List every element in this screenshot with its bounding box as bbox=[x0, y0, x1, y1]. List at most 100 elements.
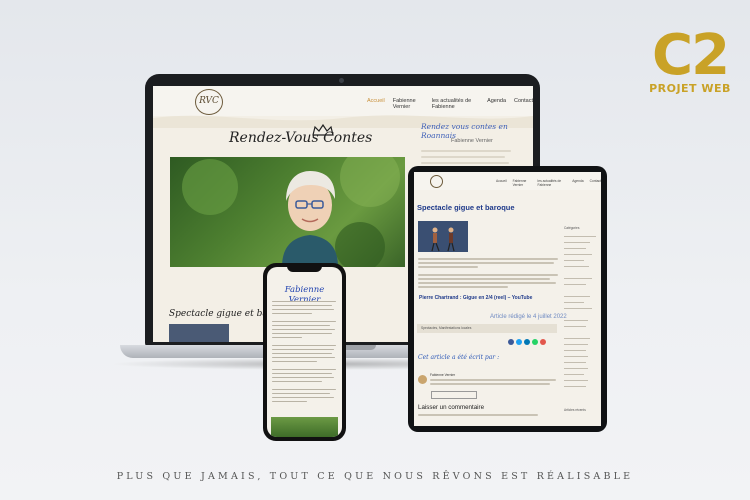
text-line bbox=[272, 353, 332, 355]
tablet-nav-home[interactable]: Accueil bbox=[496, 179, 507, 187]
text-line bbox=[418, 278, 550, 280]
linkedin-icon[interactable] bbox=[524, 339, 530, 345]
nav-agenda[interactable]: Agenda bbox=[487, 98, 506, 110]
site-title: Rendez-Vous Contes bbox=[229, 130, 373, 146]
text-line bbox=[272, 333, 332, 335]
sidebar-item[interactable] bbox=[564, 338, 590, 340]
facebook-icon[interactable] bbox=[508, 339, 514, 345]
text-line bbox=[272, 397, 334, 399]
text-line bbox=[418, 286, 508, 288]
text-line bbox=[272, 337, 302, 339]
tablet-nav: Accueil Fabienne Vernier les actualités … bbox=[496, 179, 601, 187]
text-line bbox=[418, 274, 558, 276]
portrait-woman bbox=[182, 157, 400, 267]
author-posts-button[interactable] bbox=[431, 391, 477, 399]
tablet-nav-news[interactable]: les actualités de Fabienne bbox=[538, 179, 567, 187]
laptop-camera bbox=[339, 78, 344, 83]
text-line bbox=[272, 361, 317, 363]
post-thumbnail[interactable] bbox=[169, 324, 229, 342]
text-line bbox=[272, 329, 335, 331]
post-date: Article rédigé le 4 juillet 2022 bbox=[490, 314, 567, 320]
sidebar-item[interactable] bbox=[564, 236, 596, 238]
sidebar-item[interactable] bbox=[564, 380, 588, 382]
text-line bbox=[418, 262, 554, 264]
tagline: PLUS QUE JAMAIS, TOUT CE QUE NOUS RÊVONS… bbox=[116, 471, 634, 482]
sidebar-recent-title: Articles récents bbox=[564, 408, 586, 412]
sidebar-item[interactable] bbox=[564, 260, 584, 262]
sidebar-text-line bbox=[421, 150, 511, 152]
text-line bbox=[272, 357, 335, 359]
brand-subtitle: PROJET WEB bbox=[649, 82, 731, 95]
text-line bbox=[272, 309, 334, 311]
text-line bbox=[272, 381, 322, 383]
nav-home[interactable]: Accueil bbox=[367, 98, 385, 110]
email-icon[interactable] bbox=[540, 339, 546, 345]
text-line bbox=[272, 313, 312, 315]
text-line bbox=[272, 389, 336, 391]
sidebar-item[interactable] bbox=[564, 278, 592, 280]
phone-hero-image[interactable] bbox=[271, 417, 338, 437]
crown-icon bbox=[312, 124, 334, 136]
share-buttons bbox=[508, 339, 546, 345]
whatsapp-icon[interactable] bbox=[532, 339, 538, 345]
phone-notch bbox=[287, 266, 322, 272]
sidebar-text-line bbox=[421, 162, 509, 164]
tablet-post-image[interactable] bbox=[418, 221, 468, 252]
text-line bbox=[430, 383, 550, 385]
phone-screen: Fabienne Vernier bbox=[267, 267, 342, 437]
video-link[interactable]: Pierre Chartrand : Gigue en 2/4 (reel) –… bbox=[419, 295, 532, 301]
sidebar-item[interactable] bbox=[564, 242, 590, 244]
sidebar-item[interactable] bbox=[564, 248, 586, 250]
sidebar-item[interactable] bbox=[564, 266, 589, 268]
sidebar-item[interactable] bbox=[564, 308, 592, 310]
text-line bbox=[418, 282, 556, 284]
sidebar-item[interactable] bbox=[564, 302, 584, 304]
nav-fabienne[interactable]: Fabienne Vernier bbox=[393, 98, 424, 110]
text-line bbox=[272, 401, 307, 403]
text-line bbox=[272, 393, 330, 395]
tablet-site-logo[interactable] bbox=[430, 175, 443, 188]
tablet-screen: Accueil Fabienne Vernier les actualités … bbox=[414, 172, 601, 426]
text-line bbox=[272, 369, 336, 371]
text-line bbox=[418, 258, 558, 260]
sidebar-text-line bbox=[421, 156, 505, 158]
text-line bbox=[418, 414, 538, 416]
sidebar-item[interactable] bbox=[564, 386, 586, 388]
text-line bbox=[430, 379, 556, 381]
sidebar-item[interactable] bbox=[564, 254, 592, 256]
tablet-nav-fabienne[interactable]: Fabienne Vernier bbox=[513, 179, 532, 187]
tablet-nav-contact[interactable]: Contact bbox=[590, 179, 601, 187]
sidebar-item[interactable] bbox=[564, 362, 586, 364]
nav-news[interactable]: les actualités de Fabienne bbox=[432, 98, 479, 110]
text-line bbox=[272, 377, 334, 379]
text-line bbox=[418, 266, 478, 268]
sidebar-item[interactable] bbox=[564, 374, 584, 376]
leave-comment-title: Laisser un commentaire bbox=[418, 404, 485, 411]
sidebar-item[interactable] bbox=[564, 326, 586, 328]
tablet-post-title: Spectacle gigue et baroque bbox=[417, 203, 515, 212]
c2-brand-logo: C2 PROJET WEB bbox=[642, 23, 738, 96]
sidebar-item[interactable] bbox=[564, 356, 588, 358]
text-line bbox=[272, 349, 334, 351]
nav-contact[interactable]: Contact bbox=[514, 98, 533, 110]
text-line bbox=[272, 305, 332, 307]
hero-photo bbox=[170, 157, 405, 267]
twitter-icon[interactable] bbox=[516, 339, 522, 345]
text-line bbox=[272, 325, 330, 327]
site-nav: Accueil Fabienne Vernier les actualités … bbox=[367, 98, 533, 110]
sidebar-item[interactable] bbox=[564, 296, 590, 298]
sidebar-item[interactable] bbox=[564, 320, 588, 322]
author-box-title: Cet article a été écrit par : bbox=[418, 354, 500, 361]
sidebar-item[interactable] bbox=[564, 368, 588, 370]
author-avatar bbox=[418, 375, 427, 384]
sidebar-item[interactable] bbox=[564, 350, 586, 352]
author-name[interactable]: Fabienne Vernier bbox=[430, 373, 455, 377]
brand-mark: C2 bbox=[651, 23, 730, 88]
sidebar-item[interactable] bbox=[564, 344, 588, 346]
post-tags[interactable]: Spectacles, Manifestations locales bbox=[417, 324, 557, 333]
sidebar-item[interactable] bbox=[564, 284, 586, 286]
dancers-image bbox=[418, 221, 468, 252]
text-line bbox=[272, 345, 336, 347]
tablet-header: Accueil Fabienne Vernier les actualités … bbox=[414, 172, 601, 190]
tablet-nav-agenda[interactable]: Agenda bbox=[572, 179, 583, 187]
